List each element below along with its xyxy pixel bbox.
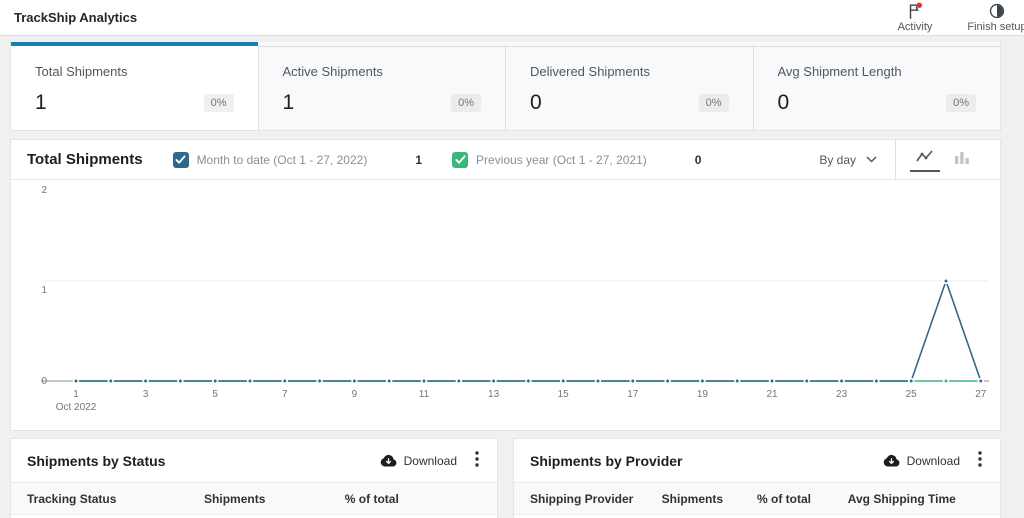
- chart-panel: Total Shipments Month to date (Oct 1 - 2…: [10, 139, 1001, 431]
- column-header: % of total: [345, 492, 481, 506]
- shipments-by-status-panel: Shipments by Status Download Tracking St…: [10, 438, 498, 518]
- summary-tab-total-shipments[interactable]: Total Shipments 1 0%: [11, 42, 258, 130]
- download-label: Download: [907, 454, 960, 468]
- svg-text:15: 15: [558, 389, 570, 400]
- half-circle-icon: [988, 2, 1006, 20]
- tab-delta-badge: 0%: [204, 94, 234, 112]
- finish-setup-button[interactable]: Finish setup: [966, 2, 1024, 33]
- bar-chart-toggle[interactable]: [948, 149, 976, 171]
- svg-text:5: 5: [212, 389, 218, 400]
- svg-text:1: 1: [73, 389, 79, 400]
- svg-text:27: 27: [975, 389, 987, 400]
- bottom-panels: Shipments by Status Download Tracking St…: [10, 438, 1001, 518]
- svg-text:19: 19: [697, 389, 709, 400]
- interval-dropdown[interactable]: By day: [819, 153, 877, 167]
- tab-delta-badge: 0%: [699, 94, 729, 112]
- finish-setup-label: Finish setup: [967, 21, 1024, 33]
- svg-text:11: 11: [419, 389, 430, 400]
- tab-value: 0: [530, 91, 542, 115]
- svg-text:1: 1: [41, 285, 47, 296]
- series-toggle-current[interactable]: Month to date (Oct 1 - 27, 2022): [173, 152, 368, 168]
- kebab-menu-icon[interactable]: [976, 449, 984, 472]
- kebab-menu-icon[interactable]: [473, 449, 481, 472]
- summary-tabs: Total Shipments 1 0% Active Shipments 1 …: [10, 42, 1001, 131]
- svg-text:0: 0: [41, 376, 47, 387]
- panel-title: Shipments by Provider: [530, 453, 883, 469]
- column-header: % of total: [757, 492, 848, 506]
- chart-plot-area: 01213579111315171921232527Oct 2022: [11, 180, 1000, 430]
- column-header: Shipments: [204, 492, 345, 506]
- cloud-download-icon: [380, 454, 397, 467]
- series-label: Month to date (Oct 1 - 27, 2022): [197, 153, 368, 167]
- svg-text:7: 7: [282, 389, 288, 400]
- tab-delta-badge: 0%: [946, 94, 976, 112]
- column-header: Tracking Status: [27, 492, 204, 506]
- chart-title: Total Shipments: [27, 151, 143, 168]
- flag-icon: [906, 2, 924, 20]
- tab-label: Avg Shipment Length: [778, 64, 977, 79]
- svg-text:3: 3: [143, 389, 149, 400]
- cloud-download-icon: [883, 454, 900, 467]
- svg-text:25: 25: [906, 389, 918, 400]
- page-title: TrackShip Analytics: [14, 10, 137, 25]
- column-header: Shipping Provider: [530, 492, 662, 506]
- line-chart-toggle[interactable]: [910, 148, 940, 172]
- tab-label: Total Shipments: [35, 64, 234, 79]
- series-label: Previous year (Oct 1 - 27, 2021): [476, 153, 647, 167]
- interval-label: By day: [819, 153, 856, 167]
- svg-text:9: 9: [352, 389, 358, 400]
- svg-text:2: 2: [41, 185, 47, 196]
- column-header: Avg Shipping Time: [848, 492, 984, 506]
- summary-tab-avg-shipment-length[interactable]: Avg Shipment Length 0 0%: [753, 42, 1001, 130]
- download-button[interactable]: Download: [883, 454, 960, 468]
- checkbox-checked-icon: [173, 152, 189, 168]
- top-header: TrackShip Analytics Activity Finish setu…: [0, 0, 1024, 36]
- tab-value: 1: [35, 91, 47, 115]
- tab-value: 1: [283, 91, 295, 115]
- shipments-by-provider-panel: Shipments by Provider Download Shipping …: [513, 438, 1001, 518]
- activity-label: Activity: [898, 21, 933, 33]
- chevron-down-icon: [866, 156, 877, 163]
- series-value: 0: [695, 153, 702, 167]
- header-actions: Activity Finish setup: [884, 2, 1024, 33]
- activity-button[interactable]: Activity: [884, 2, 946, 33]
- svg-text:17: 17: [627, 389, 639, 400]
- table-header-row: Shipping Provider Shipments % of total A…: [514, 483, 1000, 515]
- summary-tab-active-shipments[interactable]: Active Shipments 1 0%: [258, 42, 506, 130]
- series-value: 1: [415, 153, 422, 167]
- svg-text:21: 21: [766, 389, 778, 400]
- checkbox-checked-icon: [452, 152, 468, 168]
- series-toggle-previous[interactable]: Previous year (Oct 1 - 27, 2021): [452, 152, 647, 168]
- tab-label: Delivered Shipments: [530, 64, 729, 79]
- line-chart-icon: [916, 150, 934, 163]
- panel-title: Shipments by Status: [27, 453, 380, 469]
- column-header: Shipments: [662, 492, 757, 506]
- svg-text:23: 23: [836, 389, 848, 400]
- bar-chart-icon: [954, 151, 970, 164]
- divider: [895, 140, 896, 180]
- svg-text:Oct 2022: Oct 2022: [56, 402, 97, 413]
- table-header-row: Tracking Status Shipments % of total: [11, 483, 497, 515]
- summary-tab-delivered-shipments[interactable]: Delivered Shipments 0 0%: [505, 42, 753, 130]
- svg-text:13: 13: [488, 389, 500, 400]
- tab-delta-badge: 0%: [451, 94, 481, 112]
- tab-value: 0: [778, 91, 790, 115]
- download-button[interactable]: Download: [380, 454, 457, 468]
- shipments-line-chart: 01213579111315171921232527Oct 2022: [11, 181, 998, 425]
- tab-label: Active Shipments: [283, 64, 482, 79]
- download-label: Download: [404, 454, 457, 468]
- chart-header: Total Shipments Month to date (Oct 1 - 2…: [11, 140, 1000, 180]
